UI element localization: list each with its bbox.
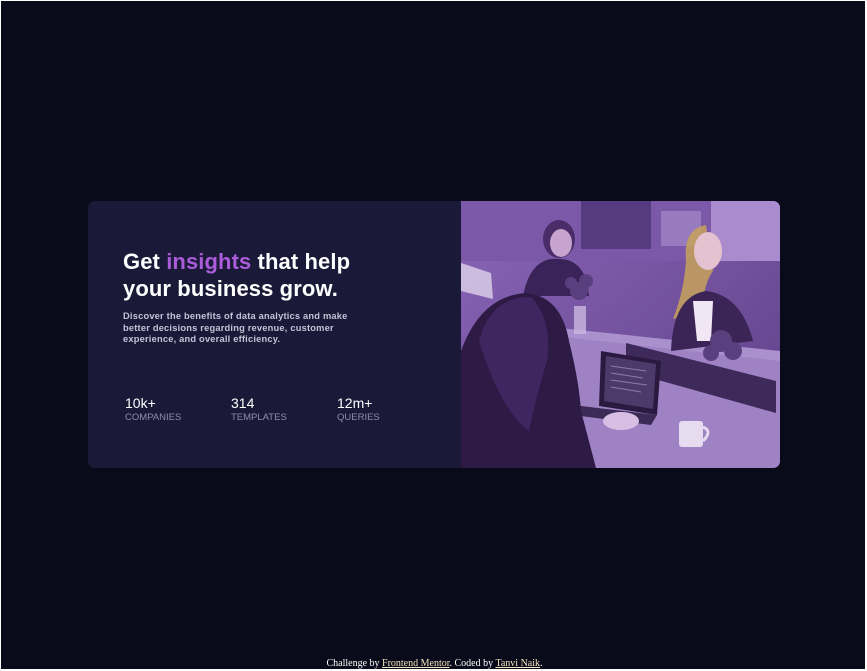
stat-value: 10k+ (125, 395, 156, 411)
author-link[interactable]: Tanvi Naik (495, 658, 540, 669)
attribution-middle: . Coded by (449, 658, 496, 669)
stat-value: 12m+ (337, 395, 373, 411)
card-description: Discover the benefits of data analytics … (123, 311, 348, 344)
frontend-mentor-link[interactable]: Frontend Mentor (382, 658, 450, 669)
team-meeting-photo-icon (461, 201, 780, 468)
stat-label: QUERIES (337, 412, 380, 423)
attribution-prefix: Challenge by (326, 658, 383, 669)
attribution-suffix: . (540, 658, 543, 669)
stat-label: TEMPLATES (231, 412, 287, 423)
card-headline: Get insights that help your business gro… (123, 248, 393, 302)
stat-companies: 10k+ COMPANIES (125, 395, 181, 423)
stat-queries: 12m+ QUERIES (337, 395, 380, 423)
stat-label: COMPANIES (125, 412, 182, 423)
stat-value: 314 (231, 395, 255, 411)
card-content: Get insights that help your business gro… (123, 201, 423, 468)
headline-accent: insights (166, 249, 252, 274)
stats-row: 10k+ COMPANIES 314 TEMPLATES 12m+ QUERIE… (125, 395, 425, 425)
attribution: Challenge by Frontend Mentor. Coded by T… (1, 658, 867, 670)
header-image (461, 201, 780, 468)
stats-preview-card: Get insights that help your business gro… (88, 201, 780, 468)
page-frame: Get insights that help your business gro… (1, 1, 865, 669)
headline-text-start: Get (123, 249, 167, 274)
stat-templates: 314 TEMPLATES (231, 395, 287, 423)
